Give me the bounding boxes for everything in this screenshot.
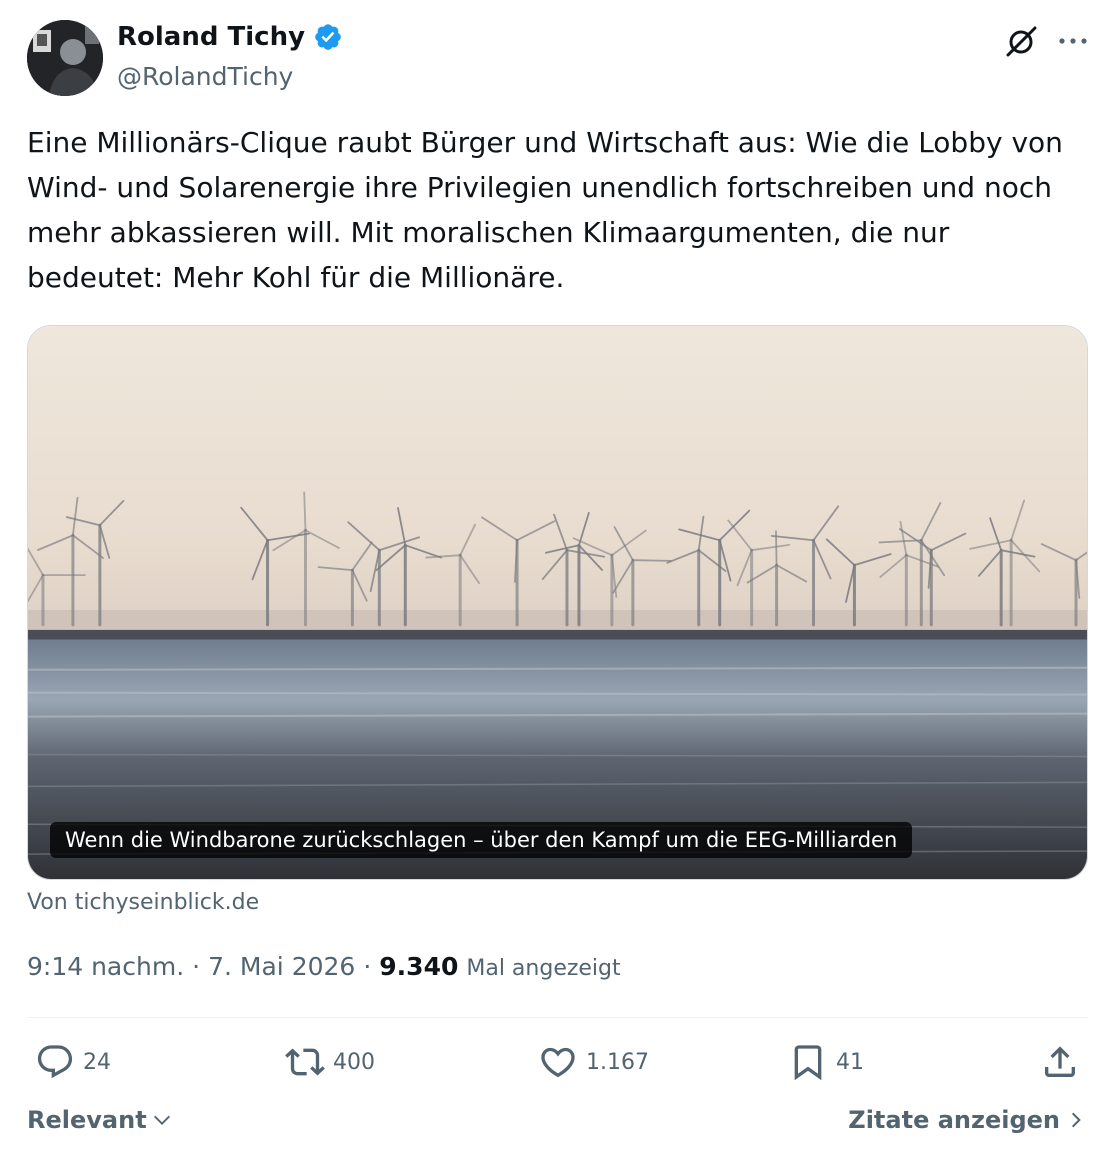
meta-separator: ·	[192, 952, 201, 981]
chevron-down-icon	[153, 1115, 170, 1125]
grok-icon[interactable]	[1002, 22, 1040, 60]
like-button[interactable]: 1.167	[538, 1040, 649, 1084]
bookmark-button[interactable]: 41	[788, 1040, 864, 1084]
author-name[interactable]: Roland Tichy	[117, 22, 305, 52]
reply-button[interactable]: 24	[35, 1040, 111, 1084]
repost-count: 400	[333, 1049, 375, 1075]
card-title: Wenn die Windbarone zurückschlagen – übe…	[50, 822, 913, 858]
share-icon	[1045, 1046, 1075, 1077]
tweet-date[interactable]: 7. Mai 2026	[208, 952, 355, 981]
chevron-right-icon	[1071, 1112, 1081, 1128]
repost-button[interactable]: 400	[285, 1040, 375, 1084]
avatar[interactable]	[27, 20, 103, 96]
share-button[interactable]	[1040, 1040, 1080, 1084]
reply-count: 24	[83, 1049, 111, 1075]
reply-icon	[37, 1045, 73, 1079]
link-card[interactable]: Wenn die Windbarone zurückschlagen – übe…	[27, 325, 1088, 880]
repost-icon	[285, 1048, 325, 1076]
sort-dropdown[interactable]: Relevant	[27, 1106, 173, 1134]
like-count: 1.167	[586, 1049, 649, 1075]
view-quotes-link[interactable]: Zitate anzeigen	[848, 1106, 1086, 1134]
more-icon[interactable]	[1054, 22, 1092, 60]
tweet-time[interactable]: 9:14 nachm.	[27, 952, 184, 981]
bookmark-icon	[794, 1045, 822, 1081]
tweet-meta: 9:14 nachm. · 7. Mai 2026 · 9.340 Mal an…	[27, 952, 621, 981]
like-icon	[541, 1047, 575, 1078]
author-handle[interactable]: @RolandTichy	[117, 62, 293, 91]
quotes-label: Zitate anzeigen	[848, 1106, 1060, 1134]
author-name-row[interactable]: Roland Tichy	[117, 22, 343, 52]
views-count: 9.340	[379, 952, 459, 981]
sort-label: Relevant	[27, 1106, 147, 1134]
meta-separator: ·	[363, 952, 372, 981]
verified-badge-icon	[315, 24, 341, 50]
bookmark-count: 41	[836, 1049, 864, 1075]
card-image	[28, 326, 1087, 879]
views-label: Mal angezeigt	[466, 956, 621, 981]
tweet-text: Eine Millionärs-Clique raubt Bürger und …	[27, 126, 1063, 294]
divider	[27, 1017, 1088, 1018]
card-source[interactable]: Von tichyseinblick.de	[27, 890, 259, 915]
